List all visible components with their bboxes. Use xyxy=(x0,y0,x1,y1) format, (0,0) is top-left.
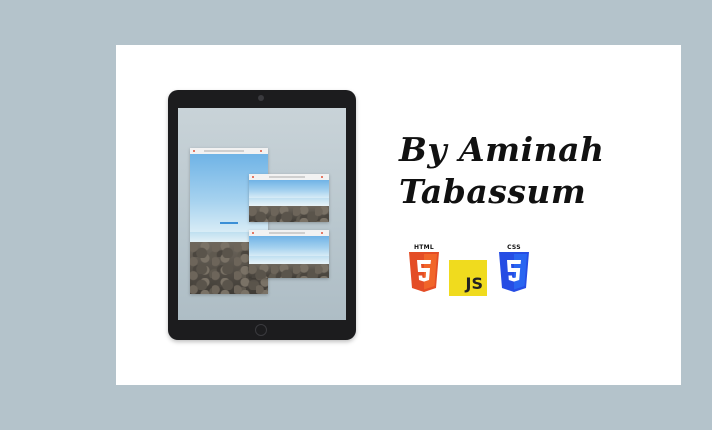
javascript-icon: JS xyxy=(449,260,487,296)
author-title: By Aminah Tabassum xyxy=(399,129,659,213)
tablet-mockup xyxy=(168,90,356,340)
tablet-screen xyxy=(178,108,346,320)
camera-icon xyxy=(258,95,264,101)
preview-window-top xyxy=(249,174,329,222)
author-line-1: By Aminah xyxy=(399,130,605,169)
preview-window-bottom xyxy=(249,230,329,278)
css3-label: CSS xyxy=(507,244,521,251)
html5-icon: HTML xyxy=(407,244,441,296)
css3-icon: CSS xyxy=(497,244,531,296)
javascript-label: JS xyxy=(465,274,483,293)
author-line-2: Tabassum xyxy=(399,172,587,211)
cover-card: By Aminah Tabassum HTML JS CSS xyxy=(116,45,681,385)
home-button-icon xyxy=(255,324,267,336)
html5-label: HTML xyxy=(413,244,435,251)
